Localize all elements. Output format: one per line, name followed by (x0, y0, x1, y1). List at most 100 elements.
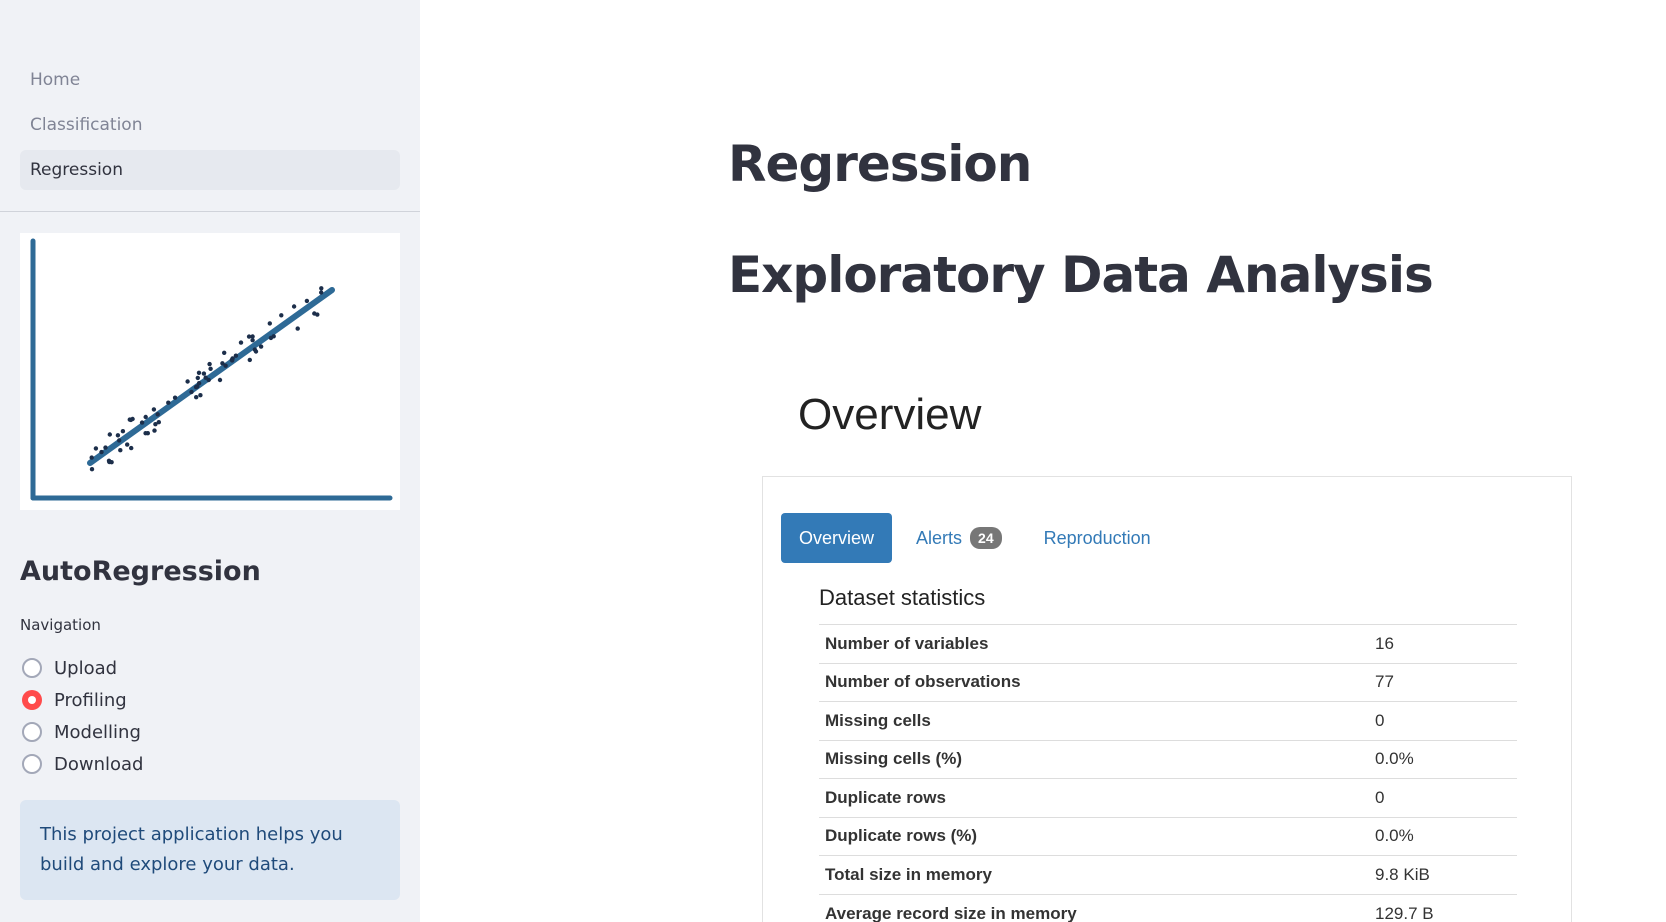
logo-dot (258, 344, 264, 349)
stat-value: 9.8 KiB (1375, 864, 1430, 884)
radio-download[interactable]: Download (22, 748, 143, 780)
info-box: This project application helps you build… (20, 800, 400, 900)
app-title: AutoRegression (20, 556, 261, 587)
logo-dot (193, 384, 199, 390)
radio-profiling[interactable]: Profiling (22, 684, 143, 716)
logo-dot (93, 446, 99, 451)
logo-dot (196, 381, 202, 386)
logo-dot (166, 400, 171, 405)
logo-dot (109, 460, 114, 465)
logo-dot (143, 431, 148, 436)
radio-circle[interactable] (22, 754, 42, 774)
tab-label: Alerts (916, 528, 963, 548)
logo-dot (247, 357, 252, 363)
logo-dot (203, 375, 208, 380)
radio-circle[interactable] (22, 722, 42, 742)
logo-dot (129, 445, 134, 451)
report-section-title: Overview (798, 390, 982, 439)
logo-dot (295, 326, 300, 331)
logo-dot (230, 358, 235, 363)
stat-value: 16 (1375, 633, 1394, 653)
logo-dot (189, 389, 194, 395)
logo-dot (155, 412, 160, 417)
logo-graphic (30, 238, 393, 501)
main-content: Regression Exploratory Data Analysis Ove… (420, 0, 1666, 922)
logo-dot (153, 422, 158, 427)
stat-key: Missing cells (825, 710, 931, 730)
tab-reproduction[interactable]: Reproduction (1026, 513, 1169, 563)
stat-key: Average record size in memory (825, 903, 1077, 922)
radio-label: Download (54, 753, 144, 775)
logo-dot (127, 417, 132, 422)
radio-circle[interactable] (22, 658, 42, 678)
radio-circle[interactable] (22, 690, 42, 710)
radio-label: Modelling (54, 721, 141, 743)
nav-item-classification[interactable]: Classification (20, 105, 400, 145)
logo-dot (152, 428, 157, 433)
logo-dot (233, 353, 239, 358)
table-row: Number of observations 77 (819, 663, 1517, 702)
logo-dot (117, 438, 122, 443)
radio-upload[interactable]: Upload (22, 652, 143, 684)
logo-dot (208, 366, 213, 371)
logo-dot (250, 338, 255, 343)
logo-dot (196, 370, 202, 375)
tab-overview[interactable]: Overview (781, 513, 893, 563)
logo-dot (238, 340, 244, 345)
table-row: Total size in memory 9.8 KiB (819, 855, 1517, 895)
logo-dot (319, 290, 324, 295)
dataset-statistics-title: Dataset statistics (819, 585, 986, 610)
logo-dot (89, 467, 95, 472)
stat-value: 0 (1375, 787, 1385, 807)
logo-dot (115, 433, 121, 438)
page-nav: Home Classification Regression (20, 60, 400, 195)
table-row: Missing cells 0 (819, 701, 1517, 741)
nav-item-regression[interactable]: Regression (20, 150, 400, 190)
logo-dot (291, 304, 297, 309)
logo-dot (139, 420, 145, 425)
report-tabs: Overview Alerts 24 Reproduction (781, 513, 1175, 563)
stat-key: Total size in memory (825, 864, 992, 884)
logo-dot (107, 432, 113, 437)
page-subtitle: Exploratory Data Analysis (728, 246, 1434, 304)
logo-dot (207, 361, 212, 367)
logo-dot (195, 375, 200, 381)
logo-dot (151, 407, 157, 412)
profile-report-panel: Overview Alerts 24 Reproduction Dataset s… (762, 476, 1572, 922)
radio-label: Profiling (54, 689, 127, 711)
stat-value: 0.0% (1375, 826, 1414, 846)
stat-key: Duplicate rows (825, 787, 946, 807)
radio-modelling[interactable]: Modelling (22, 716, 143, 748)
logo-dot (120, 429, 126, 434)
logo-dot (172, 395, 178, 400)
logo-dot (267, 321, 272, 326)
tab-label: Reproduction (1043, 528, 1151, 548)
radio-label: Upload (54, 657, 118, 679)
logo-dot (312, 311, 317, 316)
logo-dot (217, 377, 223, 383)
logo-dot (220, 361, 225, 366)
stat-key: Number of variables (825, 633, 989, 653)
table-row: Duplicate rows (%) 0.0% (819, 817, 1517, 856)
logo-dot (222, 350, 227, 355)
dataset-statistics-table: Number of variables 16 Number of observat… (819, 624, 1517, 922)
stat-value: 0.0% (1375, 749, 1414, 769)
navigation-radio-group: Upload Profiling Modelling Download (22, 652, 143, 780)
stat-value: 0 (1375, 710, 1385, 730)
stat-value: 129.7 B (1375, 903, 1434, 922)
logo-dot (319, 286, 324, 291)
page-title: Regression (728, 135, 1032, 193)
logo-dot (198, 393, 203, 398)
sidebar-divider (0, 211, 420, 212)
tab-label: Overview (799, 528, 875, 548)
navigation-caption: Navigation (20, 616, 101, 634)
stat-value: 77 (1375, 672, 1394, 692)
tab-alerts[interactable]: Alerts 24 (898, 513, 1020, 563)
logo-dot (118, 448, 123, 453)
logo-dot (253, 349, 259, 354)
table-row: Average record size in memory 129.7 B (819, 894, 1517, 922)
logo-dot (99, 449, 104, 455)
nav-item-home[interactable]: Home (20, 60, 400, 100)
logo-dot (201, 371, 207, 376)
table-row: Duplicate rows 0 (819, 778, 1517, 818)
